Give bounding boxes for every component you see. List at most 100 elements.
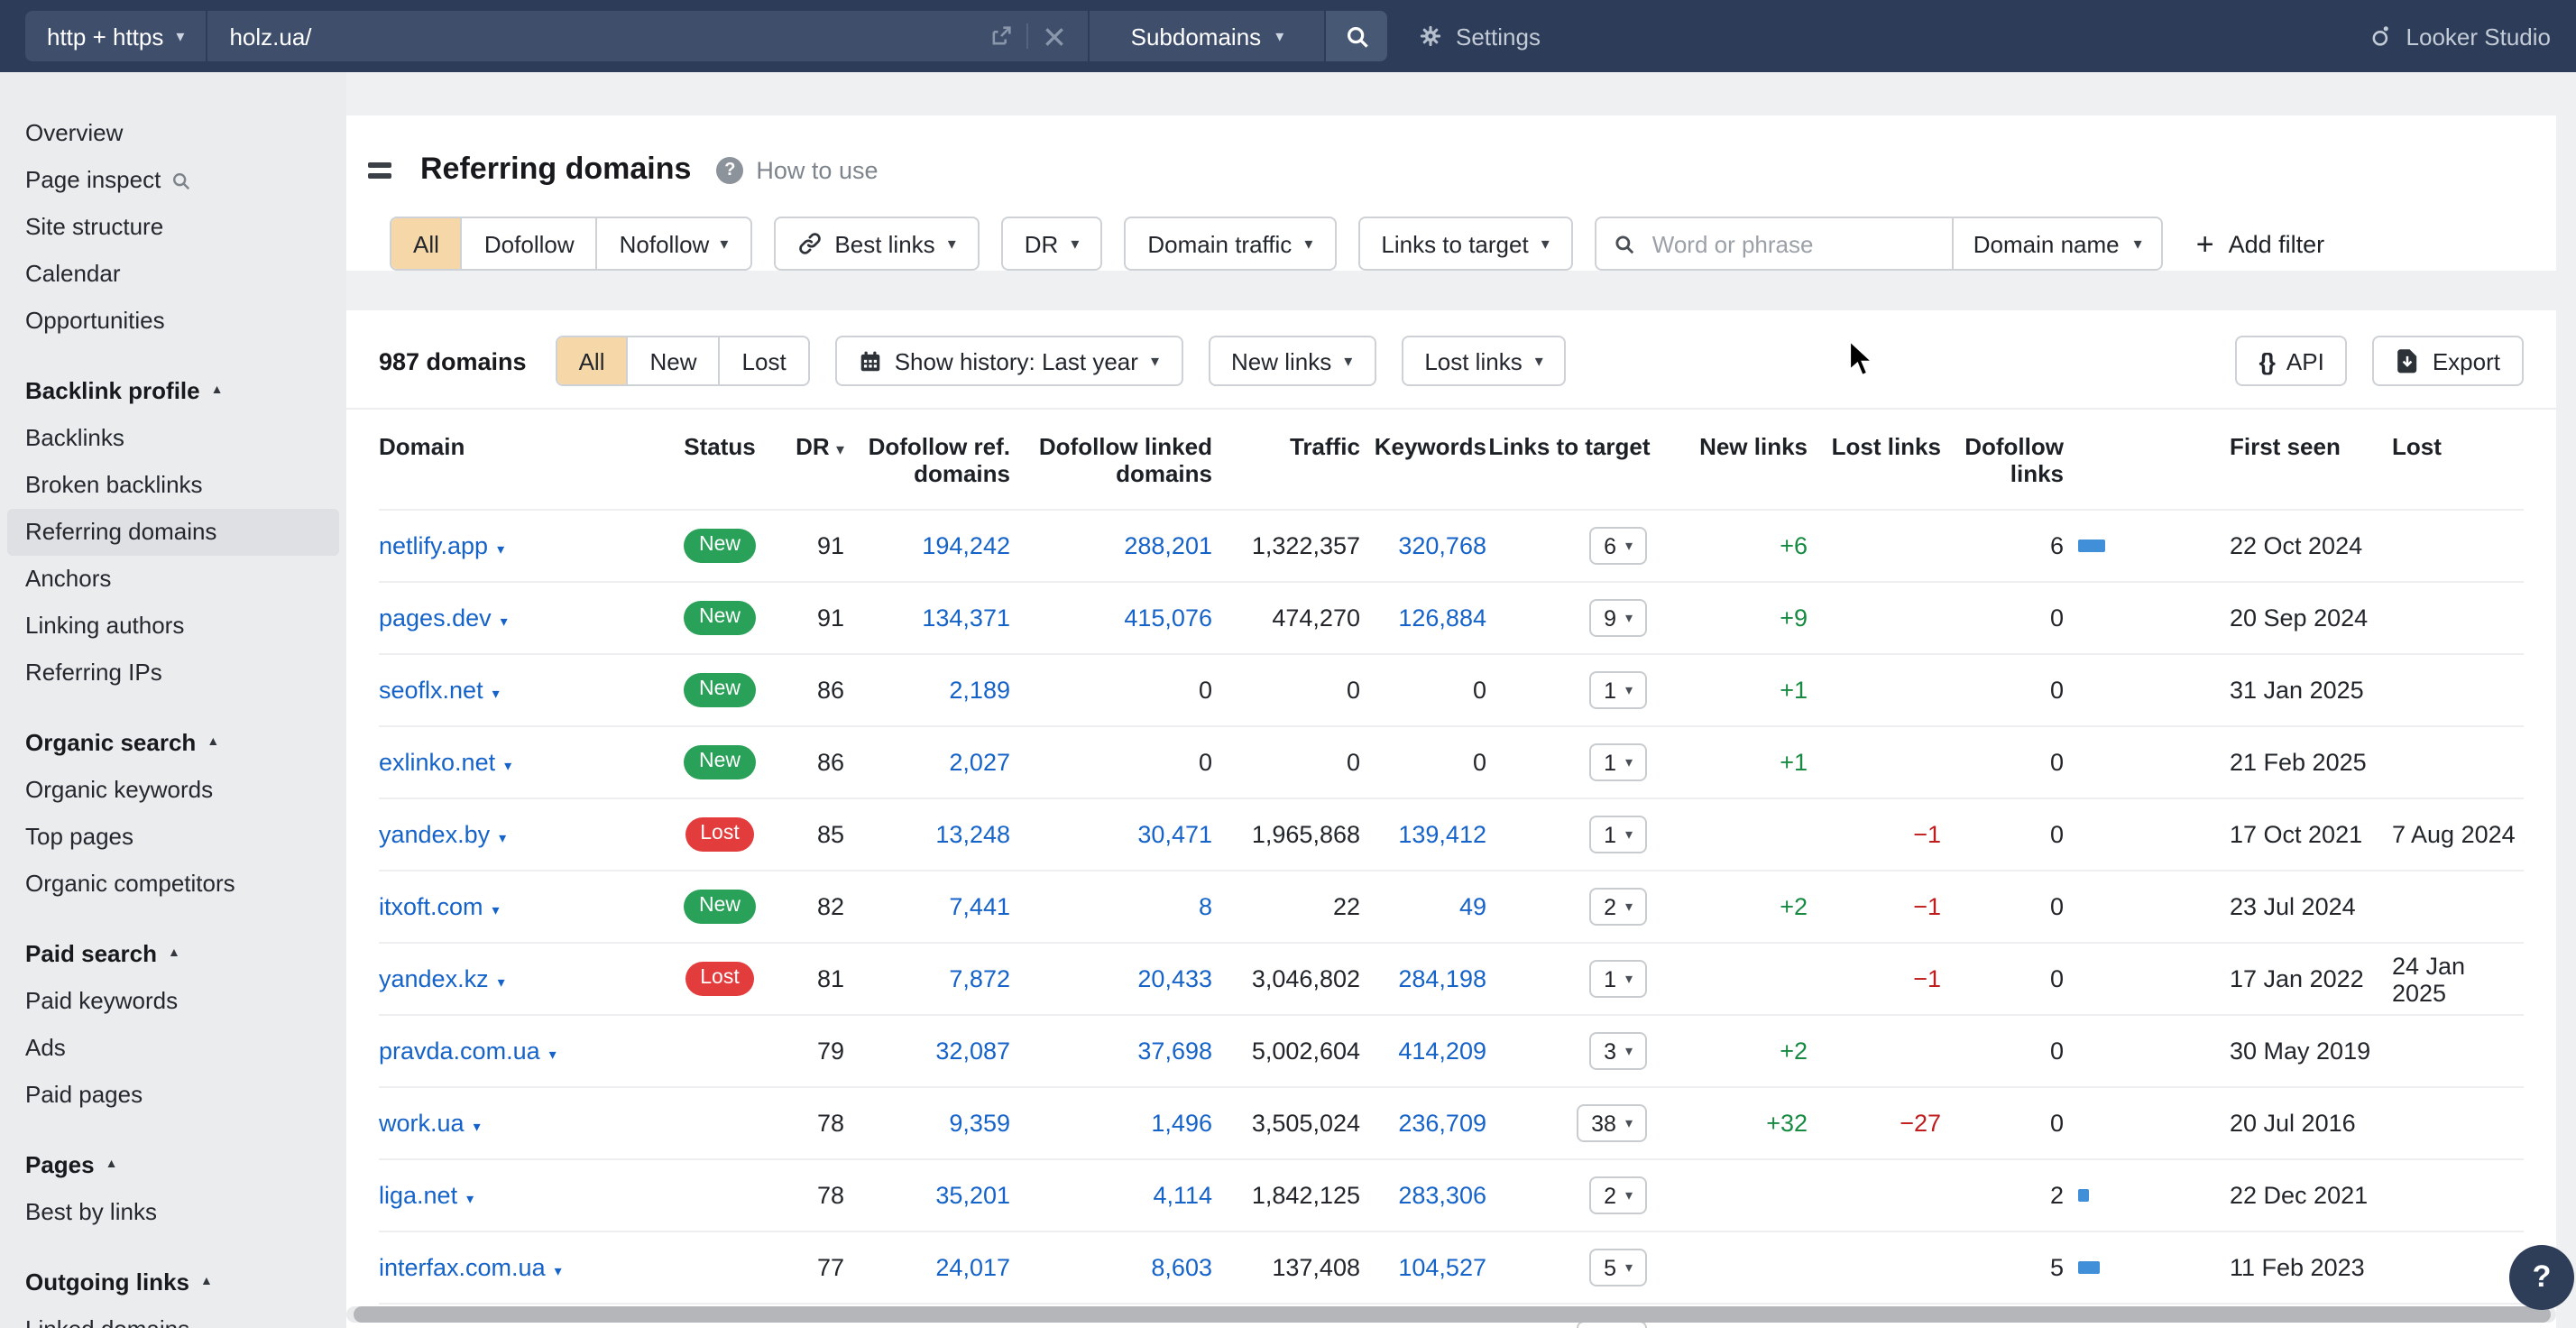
sidebar-item-top-pages[interactable]: Top pages <box>7 814 339 861</box>
dofollow-linked-domains-link[interactable]: 8,603 <box>1151 1254 1212 1281</box>
clear-input-icon[interactable] <box>1034 16 1073 56</box>
keywords-link[interactable]: 49 <box>1459 893 1486 920</box>
sidebar-item-page-inspect[interactable]: Page inspect <box>7 157 339 204</box>
col-lost-links[interactable]: Lost links <box>1808 410 1941 510</box>
domain-link[interactable]: netlify.app <box>379 532 488 559</box>
settings-button[interactable]: Settings <box>1418 0 1541 72</box>
scope-dropdown[interactable]: Subdomains ▾ <box>1090 11 1326 61</box>
links-to-target-filter[interactable]: Links to target ▾ <box>1357 217 1572 271</box>
tab-dofollow[interactable]: Dofollow <box>461 218 596 269</box>
links-to-target-select[interactable]: 3▾ <box>1589 1032 1647 1070</box>
dofollow-linked-domains-link[interactable]: 415,076 <box>1124 604 1212 632</box>
domain-link[interactable]: liga.net <box>379 1182 457 1209</box>
domain-traffic-filter[interactable]: Domain traffic ▾ <box>1124 217 1336 271</box>
domain-link[interactable]: pravda.com.ua <box>379 1038 540 1065</box>
api-button[interactable]: { } API <box>2235 336 2347 386</box>
col-domain[interactable]: Domain <box>379 410 667 510</box>
keywords-link[interactable]: 414,209 <box>1398 1038 1486 1065</box>
dofollow-ref-domains-link[interactable]: 7,872 <box>949 965 1010 992</box>
col-dofollow-ref-domains[interactable]: Dofollow ref.domains <box>844 410 1010 510</box>
sidebar-item-opportunities[interactable]: Opportunities <box>7 298 339 345</box>
sidebar-item-linked-domains[interactable]: Linked domains <box>7 1306 339 1328</box>
domain-link[interactable]: seoflx.net <box>379 677 483 704</box>
dofollow-linked-domains-link[interactable]: 37,698 <box>1137 1038 1212 1065</box>
dofollow-linked-domains-link[interactable]: 288,201 <box>1124 532 1212 559</box>
sidebar-item-calendar[interactable]: Calendar <box>7 251 339 298</box>
domain-link[interactable]: exlinko.net <box>379 749 495 776</box>
sidebar-item-paid-keywords[interactable]: Paid keywords <box>7 978 339 1025</box>
links-to-target-select[interactable]: 5▾ <box>1589 1249 1647 1286</box>
links-to-target-select[interactable]: 38▾ <box>1577 1104 1647 1142</box>
how-to-use-link[interactable]: How to use <box>756 156 878 183</box>
sidebar-item-overview[interactable]: Overview <box>7 110 339 157</box>
keywords-link[interactable]: 126,884 <box>1398 604 1486 632</box>
horizontal-scrollbar-thumb[interactable] <box>354 1306 2551 1323</box>
looker-studio-button[interactable]: Looker Studio <box>2369 0 2551 72</box>
sidebar-item-backlinks[interactable]: Backlinks <box>7 415 339 462</box>
sidebar-item-outgoing-links[interactable]: Outgoing links▲ <box>7 1259 339 1306</box>
links-to-target-select[interactable]: 6▾ <box>1589 527 1647 565</box>
links-to-target-select[interactable]: 1▾ <box>1589 960 1647 998</box>
sidebar-item-pages[interactable]: Pages▲ <box>7 1142 339 1189</box>
col-dr[interactable]: DR ▾ <box>772 410 844 510</box>
dofollow-linked-domains-link[interactable]: 20,433 <box>1137 965 1212 992</box>
dofollow-ref-domains-link[interactable]: 9,359 <box>949 1110 1010 1137</box>
col-dofollow-linked-domains[interactable]: Dofollow linkeddomains <box>1010 410 1212 510</box>
dofollow-ref-domains-link[interactable]: 7,441 <box>949 893 1010 920</box>
sidebar-item-best-by-links[interactable]: Best by links <box>7 1189 339 1236</box>
tab-nofollow[interactable]: Nofollow▾ <box>596 218 750 269</box>
dofollow-linked-domains-link[interactable]: 4,114 <box>1153 1182 1212 1209</box>
sidebar-item-referring-ips[interactable]: Referring IPs <box>7 650 339 696</box>
col-traffic[interactable]: Traffic <box>1212 410 1360 510</box>
col-dofollow-links[interactable]: Dofollowlinks <box>1941 410 2064 510</box>
tab-status-lost[interactable]: Lost <box>719 337 808 384</box>
open-external-icon[interactable] <box>981 16 1021 56</box>
col-first-seen[interactable]: First seen <box>2194 410 2378 510</box>
sidebar-item-referring-domains[interactable]: Referring domains <box>7 509 339 556</box>
dofollow-ref-domains-link[interactable]: 134,371 <box>922 604 1010 632</box>
dofollow-ref-domains-link[interactable]: 13,248 <box>935 821 1010 848</box>
dofollow-ref-domains-link[interactable]: 32,087 <box>935 1038 1010 1065</box>
domain-link[interactable]: work.ua <box>379 1110 465 1137</box>
sidebar-item-backlink-profile[interactable]: Backlink profile▲ <box>7 368 339 415</box>
dofollow-ref-domains-link[interactable]: 194,242 <box>922 532 1010 559</box>
links-to-target-select[interactable]: 9▾ <box>1589 599 1647 637</box>
tab-all[interactable]: All <box>391 218 461 269</box>
keywords-link[interactable]: 284,198 <box>1398 965 1486 992</box>
sidebar-item-paid-pages[interactable]: Paid pages <box>7 1072 339 1119</box>
domain-link[interactable]: yandex.kz <box>379 965 489 992</box>
export-button[interactable]: Export <box>2373 336 2524 386</box>
sidebar-item-organic-keywords[interactable]: Organic keywords <box>7 767 339 814</box>
sidebar-item-organic-search[interactable]: Organic search▲ <box>7 720 339 767</box>
best-links-filter[interactable]: Best links ▾ <box>773 217 979 271</box>
domain-link[interactable]: itxoft.com <box>379 893 483 920</box>
col-status[interactable]: Status <box>667 410 772 510</box>
dofollow-ref-domains-link[interactable]: 2,189 <box>949 677 1010 704</box>
dofollow-linked-domains-link[interactable]: 1,496 <box>1151 1110 1212 1137</box>
help-button[interactable]: ? <box>2509 1245 2574 1310</box>
show-history-dropdown[interactable]: Show history: Last year ▾ <box>835 336 1182 386</box>
dr-filter[interactable]: DR ▾ <box>1001 217 1103 271</box>
col-lost-date[interactable]: Lost <box>2378 410 2524 510</box>
keywords-link[interactable]: 104,527 <box>1398 1254 1486 1281</box>
tab-status-all[interactable]: All <box>557 337 627 384</box>
keywords-link[interactable]: 236,709 <box>1398 1110 1486 1137</box>
sidebar-item-paid-search[interactable]: Paid search▲ <box>7 931 339 978</box>
add-filter-button[interactable]: + Add filter <box>2196 228 2324 259</box>
col-keywords[interactable]: Keywords <box>1360 410 1486 510</box>
links-to-target-select[interactable]: 2▾ <box>1589 1176 1647 1214</box>
dofollow-ref-domains-link[interactable]: 24,017 <box>935 1254 1010 1281</box>
question-circle-icon[interactable]: ? <box>716 156 743 183</box>
dofollow-ref-domains-link[interactable]: 35,201 <box>935 1182 1010 1209</box>
col-new-links[interactable]: New links <box>1652 410 1808 510</box>
protocol-dropdown[interactable]: http + https ▾ <box>25 11 207 61</box>
target-url-input[interactable] <box>207 23 981 50</box>
links-to-target-select[interactable]: 2▾ <box>1589 888 1647 926</box>
sidebar-item-anchors[interactable]: Anchors <box>7 556 339 603</box>
keywords-link[interactable]: 283,306 <box>1398 1182 1486 1209</box>
links-to-target-select[interactable]: 1▾ <box>1589 816 1647 853</box>
domain-link[interactable]: interfax.com.ua <box>379 1254 546 1281</box>
word-or-phrase-input[interactable] <box>1649 228 1909 259</box>
new-links-dropdown[interactable]: New links ▾ <box>1208 336 1375 386</box>
dofollow-ref-domains-link[interactable]: 2,027 <box>949 749 1010 776</box>
